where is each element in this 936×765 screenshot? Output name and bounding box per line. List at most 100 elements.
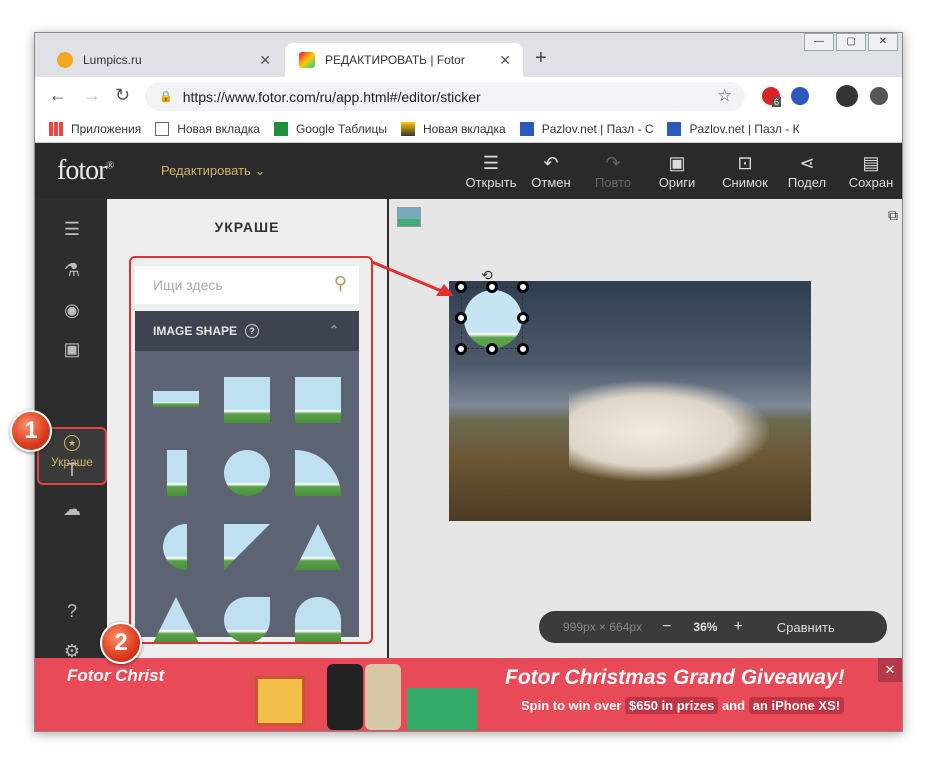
sheets-icon [273, 121, 288, 136]
panel-title: УКРАШЕ [214, 219, 280, 235]
zoom-out-button[interactable]: − [662, 618, 671, 636]
url-field[interactable]: 🔒 https://www.fotor.com/ru/app.html#/edi… [145, 82, 745, 111]
address-bar: ← → ↻ 🔒 https://www.fotor.com/ru/app.htm… [35, 77, 902, 115]
chevron-down-icon: ⌄ [254, 163, 266, 178]
resize-handle[interactable] [517, 343, 529, 355]
original-button[interactable]: ▣ Ориги [647, 153, 707, 190]
panel-highlight [129, 256, 373, 644]
page-icon [155, 121, 170, 136]
open-button[interactable]: ☰ Открыть [461, 153, 521, 190]
beauty-eye-icon[interactable]: ◉ [60, 298, 84, 322]
camera-icon: ⊡ [737, 153, 753, 173]
redo-button[interactable]: ↷ Повто [583, 153, 643, 190]
ad-left-title: Fotor Christ [67, 666, 165, 685]
avatar[interactable] [836, 85, 858, 107]
bookmark-label: Pazlov.net | Пазл - С [541, 121, 654, 136]
forward-icon[interactable]: → [83, 85, 101, 106]
back-icon[interactable]: ← [49, 85, 67, 106]
close-icon[interactable]: ✕ [499, 52, 511, 69]
window-controls: — ▢ ✕ [802, 33, 898, 51]
zoom-in-button[interactable]: + [733, 618, 742, 636]
upload-cloud-icon[interactable]: ☁ [60, 497, 84, 521]
software-box-image [407, 688, 477, 730]
app-header: fotor® Редактировать ⌄ ☰ Открыть ↶ Отмен ↷… [35, 143, 902, 199]
menu-icon: ☰ [482, 153, 500, 173]
shape-sticker[interactable] [455, 281, 529, 355]
ad-banner[interactable]: Fotor Christ Fotor Christmas Grand Givea… [35, 658, 902, 731]
logo-text: fotor [57, 155, 107, 186]
ad-close-icon[interactable]: ✕ [878, 658, 902, 682]
bookmark-google-sheets[interactable]: Google Таблицы [273, 121, 387, 136]
bookmark-label: Новая вкладка [422, 121, 506, 136]
undo-button[interactable]: ↶ Отмен [521, 153, 581, 190]
bookmark-new-tab-2[interactable]: Новая вкладка [400, 121, 506, 136]
tab-fotor[interactable]: РЕДАКТИРОВАТЬ | Fotor ✕ [285, 43, 523, 77]
resize-handle[interactable] [455, 312, 467, 324]
thumbnail-image[interactable] [397, 207, 421, 227]
apps-icon [49, 121, 63, 136]
logo-mark: ® [106, 160, 114, 172]
text-icon[interactable]: T [60, 458, 84, 482]
step-badge-1: 1 [10, 410, 52, 452]
minimize-icon[interactable]: — [804, 33, 834, 51]
tab-label: Lumpics.ru [83, 53, 142, 67]
phone-image [327, 664, 363, 730]
bookmark-pazlov-2[interactable]: Pazlov.net | Пазл - К [667, 121, 800, 136]
save-button[interactable]: ▤ Сохран [841, 153, 901, 190]
bookmarks-bar: Приложения Новая вкладка Google Таблицы … [35, 115, 902, 143]
gift-image [255, 676, 305, 726]
frame-icon[interactable]: ▣ [60, 337, 84, 361]
bookmark-star-icon[interactable]: ☆ [717, 86, 732, 106]
puzzle-icon [519, 121, 534, 136]
save-icon: ▤ [862, 153, 880, 173]
zoom-level: 36% [693, 620, 718, 634]
edit-menu-label: Редактировать [161, 163, 251, 178]
vpn-extension-icon[interactable] [791, 87, 809, 105]
effects-icon[interactable]: ⚗ [60, 258, 84, 282]
tab-lumpics[interactable]: Lumpics.ru ✕ [43, 43, 283, 77]
ad-amount: $650 in prizes [625, 697, 719, 714]
tool-label: Подел [787, 175, 827, 190]
copy-icon[interactable]: ⧉ [888, 207, 898, 224]
ad-sub-text: and [721, 698, 746, 713]
fotor-favicon [299, 52, 315, 68]
tool-label: Снимок [722, 175, 768, 190]
star-icon: ★ [64, 435, 80, 451]
annotation-arrow [371, 260, 454, 296]
ad-prize: an iPhone XS! [748, 697, 845, 714]
new-tab-icon[interactable]: + [535, 47, 547, 70]
resize-handle[interactable] [517, 281, 529, 293]
maximize-icon[interactable]: ▢ [836, 33, 866, 51]
lock-icon: 🔒 [159, 91, 173, 103]
adjust-icon[interactable]: ☰ [60, 217, 84, 241]
reload-icon[interactable]: ↻ [115, 85, 130, 106]
bookmark-pazlov-1[interactable]: Pazlov.net | Пазл - С [519, 121, 654, 136]
update-icon[interactable] [870, 87, 888, 105]
edit-menu[interactable]: Редактировать ⌄ [161, 163, 265, 179]
help-icon[interactable]: ? [60, 599, 84, 623]
resize-handle[interactable] [486, 343, 498, 355]
ad-sub-text: Spin to win over [521, 698, 622, 713]
resize-handle[interactable] [517, 312, 529, 324]
tab-label: РЕДАКТИРОВАТЬ | Fotor [325, 53, 465, 67]
tool-label: Сохран [848, 175, 894, 190]
fotor-logo[interactable]: fotor® [57, 155, 114, 187]
snapshot-button[interactable]: ⊡ Снимок [715, 153, 775, 190]
compare-button[interactable]: Сравнить [777, 620, 835, 635]
resize-handle[interactable] [486, 281, 498, 293]
extension-badge: 6 [772, 97, 782, 107]
close-icon[interactable]: ✕ [259, 52, 271, 69]
bookmark-label: Pazlov.net | Пазл - К [689, 121, 800, 136]
image-icon [400, 121, 415, 136]
close-window-icon[interactable]: ✕ [868, 33, 898, 51]
resize-handle[interactable] [455, 343, 467, 355]
circle-shape [464, 290, 522, 348]
tool-label: Ориги [658, 175, 696, 190]
bookmark-apps[interactable]: Приложения [49, 121, 141, 136]
bookmark-label: Google Таблицы [295, 121, 387, 136]
share-button[interactable]: ⋖ Подел [777, 153, 837, 190]
puzzle-icon [667, 121, 682, 136]
tool-label: Отмен [531, 175, 571, 190]
share-icon: ⋖ [799, 153, 815, 173]
bookmark-new-tab[interactable]: Новая вкладка [155, 121, 260, 136]
